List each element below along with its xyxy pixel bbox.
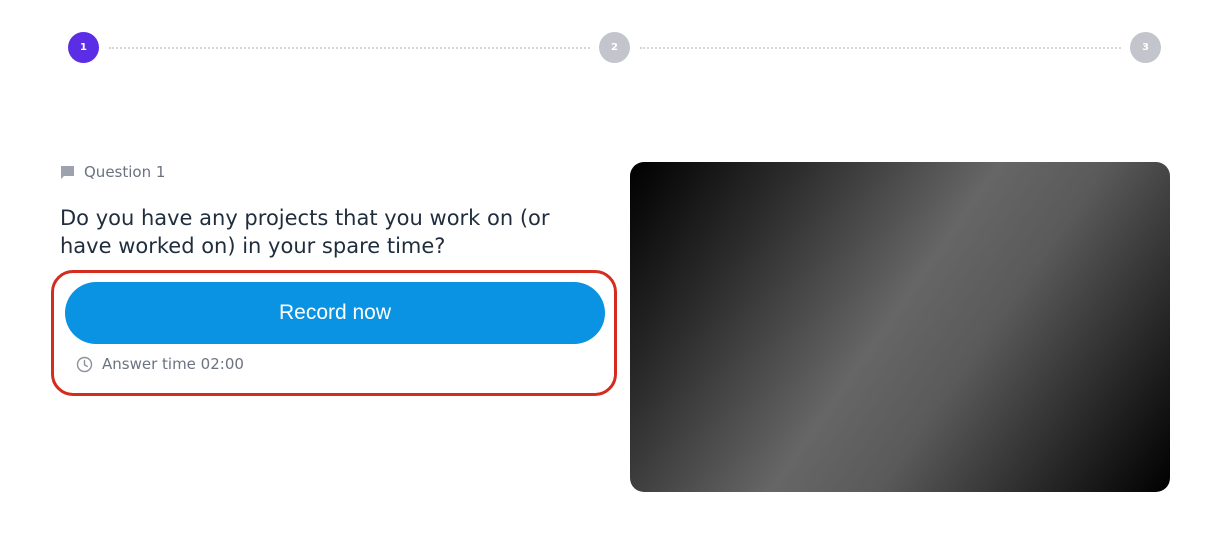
record-section: Record now Answer time 02:00: [51, 270, 617, 396]
chat-bubble-icon: [60, 165, 75, 180]
progress-stepper: 1 2 3: [68, 32, 1161, 64]
clock-icon: [76, 356, 93, 373]
interview-page: 1 2 3 Question 1 Do you have any project…: [0, 0, 1225, 552]
video-preview: [630, 162, 1170, 492]
step-2-indicator: 2: [599, 32, 630, 63]
stepper-connector: [109, 47, 590, 49]
question-label: Question 1: [60, 163, 165, 181]
answer-time-label: Answer time 02:00: [102, 355, 244, 373]
question-text: Do you have any projects that you work o…: [60, 206, 550, 258]
step-1-indicator: 1: [68, 32, 99, 63]
record-now-button[interactable]: Record now: [65, 282, 605, 344]
answer-time: Answer time 02:00: [76, 355, 244, 373]
question-number: Question 1: [84, 163, 166, 181]
stepper-connector: [640, 47, 1121, 49]
step-3-indicator: 3: [1130, 32, 1161, 63]
